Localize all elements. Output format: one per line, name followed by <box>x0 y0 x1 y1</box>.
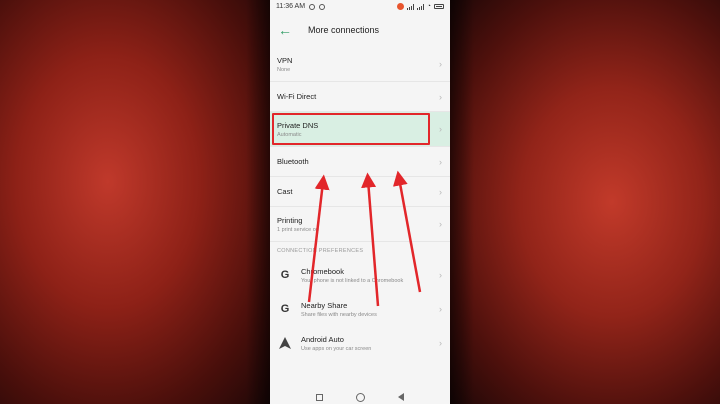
page-title: More connections <box>308 25 380 35</box>
item-label: Bluetooth <box>277 157 309 166</box>
item-label: Nearby Share <box>301 300 348 310</box>
chevron-right-icon: › <box>439 338 442 348</box>
settings-item-vpn[interactable]: VPN None › <box>270 47 450 82</box>
settings-item-private-dns[interactable]: Private DNS Automatic › <box>270 112 450 147</box>
app-bar: ← More connections <box>270 13 450 47</box>
blurred-background-left <box>0 0 270 404</box>
chevron-right-icon: › <box>439 124 442 134</box>
item-label: VPN <box>277 55 293 65</box>
chevron-right-icon: › <box>439 91 442 102</box>
settings-status-icon <box>309 3 316 10</box>
item-label: Cast <box>277 187 293 196</box>
item-label: Chromebook <box>301 266 344 276</box>
sync-status-icon <box>319 3 326 10</box>
settings-item-bluetooth[interactable]: Bluetooth › <box>270 147 450 177</box>
item-summary: Your phone is not linked to a Chromebook <box>301 277 404 284</box>
wifi-icon: ◔ <box>426 3 431 10</box>
section-header: CONNECTION PREFERENCES <box>277 248 364 254</box>
chevron-right-icon: › <box>439 186 442 197</box>
chevron-right-icon: › <box>439 156 442 167</box>
home-icon[interactable] <box>355 392 365 402</box>
left-shadow <box>246 0 270 404</box>
status-time: 11:36 AM <box>276 3 306 10</box>
settings-item-chromebook[interactable]: G Chromebook Your phone is not linked to… <box>270 258 450 292</box>
navigation-bar <box>270 390 450 404</box>
google-g-icon: G <box>280 269 290 281</box>
chevron-right-icon: › <box>439 304 442 314</box>
settings-item-wifi-direct[interactable]: Wi-Fi Direct › <box>270 82 450 112</box>
item-summary: Share files with nearby devices <box>301 311 377 318</box>
android-auto-icon <box>277 335 293 351</box>
item-summary: 1 print service on <box>277 226 319 233</box>
settings-item-nearby-share[interactable]: G Nearby Share Share files with nearby d… <box>270 292 450 326</box>
record-indicator-icon <box>396 3 404 10</box>
google-g-icon: G <box>280 303 290 315</box>
signal-2-icon <box>416 3 424 10</box>
battery-icon <box>434 4 444 9</box>
right-shadow <box>450 0 474 404</box>
item-label: Printing <box>277 215 303 225</box>
recents-icon[interactable] <box>316 393 324 401</box>
item-label: Wi-Fi Direct <box>277 92 317 101</box>
item-summary: None <box>277 66 291 73</box>
phone-screen: 11:36 AM ◔ ← More connections VPN None ›… <box>270 0 450 404</box>
settings-list: VPN None › Wi-Fi Direct › Private DNS Au… <box>270 47 450 360</box>
settings-item-android-auto[interactable]: Android Auto Use apps on your car screen… <box>270 326 450 360</box>
signal-icon <box>406 3 414 10</box>
status-bar: 11:36 AM ◔ <box>270 0 450 13</box>
settings-item-cast[interactable]: Cast › <box>270 177 450 207</box>
chevron-right-icon: › <box>439 219 442 229</box>
back-arrow-icon[interactable]: ← <box>278 23 298 37</box>
back-icon[interactable] <box>397 393 404 401</box>
settings-item-printing[interactable]: Printing 1 print service on › <box>270 207 450 242</box>
annotation-highlight-box <box>272 113 430 145</box>
blurred-background-right <box>450 0 720 404</box>
item-label: Android Auto <box>301 334 344 344</box>
chevron-right-icon: › <box>439 270 442 280</box>
chevron-right-icon: › <box>439 59 442 69</box>
item-summary: Use apps on your car screen <box>301 345 372 352</box>
